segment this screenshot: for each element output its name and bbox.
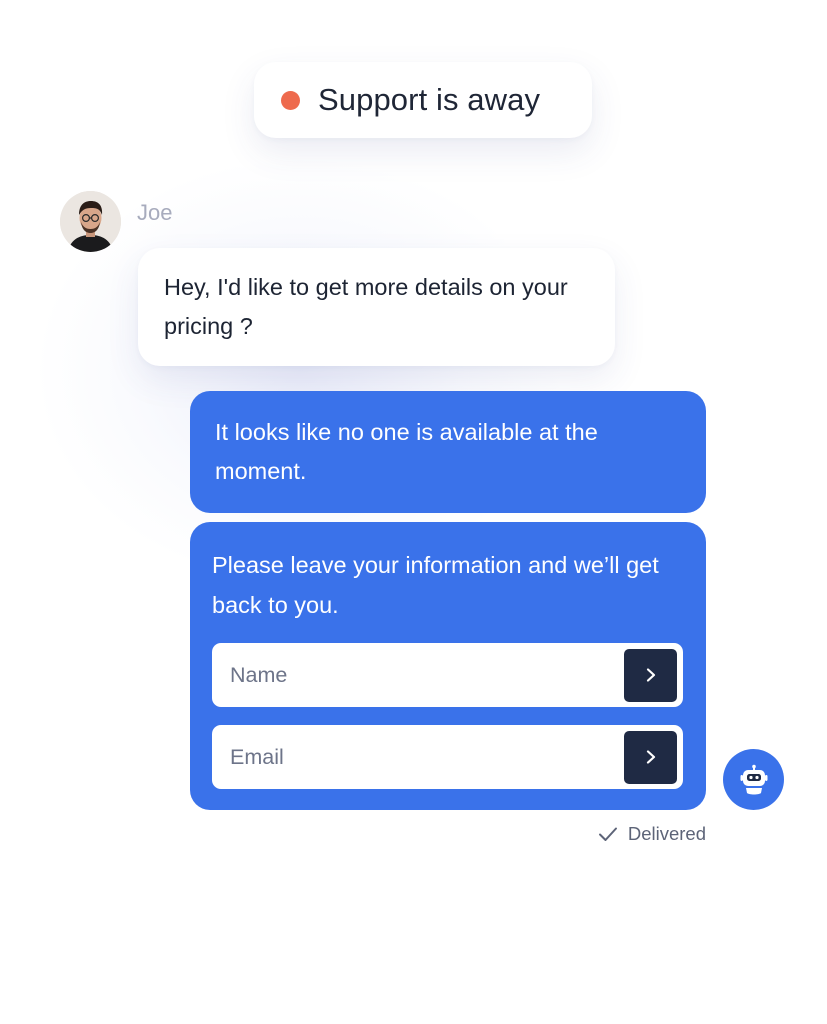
form-prompt-text: Please leave your information and we’ll …	[212, 552, 659, 618]
status-label: Support is away	[318, 82, 541, 117]
status-indicator: Support is away	[254, 62, 592, 138]
name-field-row	[212, 642, 683, 708]
visitor-avatar	[60, 191, 121, 252]
agent-message-bubble: It looks like no one is available at the…	[190, 391, 706, 513]
contact-form-bubble: Please leave your information and we’ll …	[190, 522, 706, 810]
submit-email-button[interactable]	[624, 730, 677, 784]
email-input[interactable]	[212, 724, 624, 790]
robot-icon	[740, 764, 767, 794]
bot-avatar	[723, 749, 784, 810]
status-dot-icon	[281, 90, 300, 110]
checkmark-icon	[598, 827, 617, 841]
agent-message-text: It looks like no one is available at the…	[215, 419, 598, 484]
name-input[interactable]	[212, 642, 624, 708]
email-field-row	[212, 724, 683, 790]
chevron-right-icon	[646, 750, 655, 764]
visitor-message-text: Hey, I'd like to get more details on you…	[164, 274, 568, 339]
visitor-message-bubble: Hey, I'd like to get more details on you…	[138, 248, 615, 366]
submit-name-button[interactable]	[624, 648, 677, 702]
chevron-right-icon	[646, 668, 655, 682]
user-photo-avatar-icon	[60, 191, 121, 252]
delivery-status-text: Delivered	[627, 823, 706, 844]
delivery-status: Delivered	[598, 823, 706, 845]
visitor-name: Joe	[137, 200, 173, 225]
